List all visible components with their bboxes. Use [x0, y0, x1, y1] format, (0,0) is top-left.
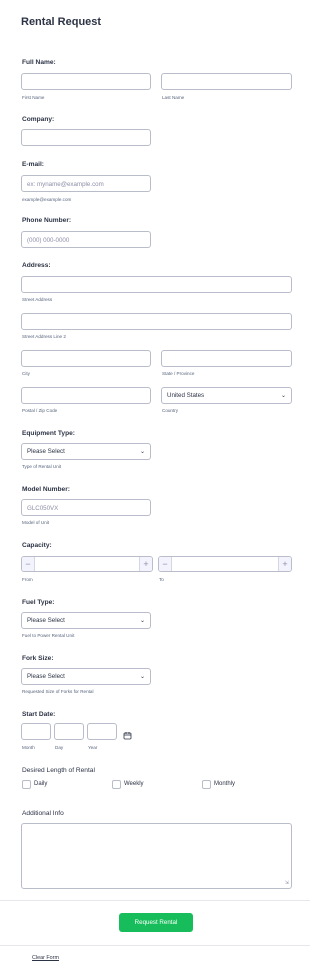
rental-length-label: Desired Length of Rental: [22, 767, 95, 774]
email-sublabel: example@example.com: [22, 197, 72, 202]
resize-handle-icon[interactable]: ⇲: [285, 880, 289, 886]
phone-label: Phone Number:: [22, 217, 72, 224]
country-sublabel: Country: [162, 408, 179, 413]
model-number-sublabel: Model of Unit: [22, 520, 50, 525]
day-input[interactable]: [54, 723, 84, 740]
capacity-from-sublabel: From: [22, 577, 33, 582]
weekly-checkbox[interactable]: [112, 780, 121, 789]
month-input[interactable]: [21, 723, 51, 740]
city-input[interactable]: [21, 350, 151, 367]
full-name-label: Full Name:: [22, 59, 56, 66]
street-address-2-sublabel: Street Address Line 2: [22, 334, 66, 339]
address-label: Address:: [22, 262, 51, 269]
postal-code-sublabel: Postal / Zip Code: [22, 408, 58, 413]
capacity-from-input[interactable]: [34, 557, 140, 571]
daily-option-label: Daily: [34, 781, 48, 787]
state-input[interactable]: [161, 350, 292, 367]
capacity-to-input[interactable]: [171, 557, 279, 571]
divider: [0, 945, 310, 946]
country-select-value: United States: [167, 392, 205, 399]
capacity-to-sublabel: To: [159, 577, 164, 582]
email-label: E-mail:: [22, 161, 44, 168]
model-number-input[interactable]: GLC050VX: [21, 499, 151, 516]
decrement-button[interactable]: −: [22, 557, 34, 571]
year-sublabel: Year: [88, 745, 98, 750]
postal-code-input[interactable]: [21, 387, 151, 404]
fork-size-label: Fork Size:: [22, 655, 54, 662]
model-number-label: Model Number:: [22, 486, 70, 493]
last-name-input[interactable]: [161, 73, 292, 90]
daily-checkbox[interactable]: [22, 780, 31, 789]
monthly-option-label: Monthly: [214, 781, 236, 787]
first-name-sublabel: First Name: [22, 95, 45, 100]
equipment-type-select-value: Please Select: [27, 448, 65, 455]
month-sublabel: Month: [22, 745, 35, 750]
clear-form-link[interactable]: Clear Form: [32, 955, 59, 961]
equipment-type-label: Equipment Type:: [22, 430, 75, 437]
last-name-sublabel: Last Name: [162, 95, 185, 100]
company-label: Company:: [22, 116, 55, 123]
capacity-label: Capacity:: [22, 542, 52, 549]
chevron-down-icon: ⌄: [139, 449, 145, 455]
chevron-down-icon: ⌄: [139, 618, 145, 624]
email-input[interactable]: ex: myname@example.com: [21, 175, 151, 192]
capacity-from-stepper[interactable]: − +: [21, 556, 153, 572]
fork-size-select[interactable]: Please Select ⌄: [21, 668, 151, 685]
equipment-type-sublabel: Type of Rental Unit: [22, 464, 62, 469]
additional-info-textarea[interactable]: ⇲: [21, 823, 292, 889]
chevron-down-icon: ⌄: [280, 393, 286, 399]
start-date-label: Start Date:: [22, 711, 56, 718]
fuel-type-select-value: Please Select: [27, 617, 65, 624]
form-title: Rental Request: [21, 16, 102, 28]
city-sublabel: City: [22, 371, 30, 376]
day-sublabel: Day: [55, 745, 64, 750]
fuel-type-label: Fuel Type:: [22, 599, 55, 606]
calendar-icon[interactable]: [123, 727, 132, 740]
fork-size-sublabel: Requested Size of Forks for Rental: [22, 689, 94, 694]
fuel-type-select[interactable]: Please Select ⌄: [21, 612, 151, 629]
chevron-down-icon: ⌄: [139, 674, 145, 680]
increment-button[interactable]: +: [140, 557, 152, 571]
capacity-to-stepper[interactable]: − +: [158, 556, 292, 572]
weekly-option-label: Weekly: [124, 781, 144, 787]
decrement-button[interactable]: −: [159, 557, 171, 571]
equipment-type-select[interactable]: Please Select ⌄: [21, 443, 151, 460]
monthly-checkbox[interactable]: [202, 780, 211, 789]
street-address-2-input[interactable]: [21, 313, 292, 330]
company-input[interactable]: [21, 129, 151, 146]
additional-info-label: Additional Info: [22, 810, 64, 817]
street-address-sublabel: Street Address: [22, 297, 53, 302]
first-name-input[interactable]: [21, 73, 151, 90]
year-input[interactable]: [87, 723, 117, 740]
increment-button[interactable]: +: [279, 557, 291, 571]
country-select[interactable]: United States ⌄: [161, 387, 292, 404]
fuel-type-sublabel: Fuel to Power Rental Unit: [22, 633, 75, 638]
divider: [0, 900, 310, 901]
submit-button[interactable]: Request Rental: [119, 913, 193, 932]
street-address-input[interactable]: [21, 276, 292, 293]
fork-size-select-value: Please Select: [27, 673, 65, 680]
phone-input[interactable]: (000) 000-0000: [21, 231, 151, 248]
state-sublabel: State / Province: [162, 371, 195, 376]
